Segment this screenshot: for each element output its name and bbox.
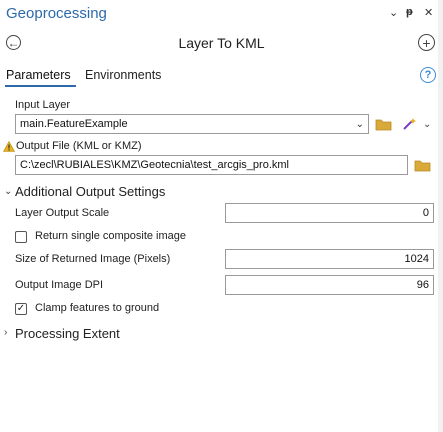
layer-output-scale-input[interactable]: 0 [225,203,434,223]
folder-icon[interactable] [375,118,392,131]
wand-menu-chevron-icon[interactable]: ⌄ [423,119,431,130]
warning-icon [3,141,15,152]
scrollbar[interactable] [438,0,443,432]
pane-menu-button[interactable]: ⌄ [389,6,398,19]
size-value: 1024 [404,253,429,265]
active-tab-underline [5,85,76,87]
output-file-input[interactable]: C:\zecl\RUBIALES\KMZ\Geotecnia\test_arcg… [15,155,408,175]
pane-title: Geoprocessing [6,5,107,22]
dpi-label: Output Image DPI [15,279,104,291]
return-single-label: Return single composite image [35,230,187,242]
input-layer-dropdown[interactable]: main.FeatureExample ⌄ [15,114,369,134]
magic-wand-icon[interactable] [402,117,418,131]
additional-output-settings-header[interactable]: Additional Output Settings [15,184,165,199]
size-label: Size of Returned Image (Pixels) [15,253,171,265]
return-single-checkbox[interactable] [15,231,27,243]
dpi-input[interactable]: 96 [225,275,434,295]
processing-extent-header[interactable]: Processing Extent [15,326,120,341]
help-icon[interactable]: ? [420,67,436,83]
tool-title: Layer To KML [178,35,265,51]
section-collapsed-chevron-icon[interactable]: › [4,327,7,338]
clamp-checkbox[interactable]: ✓ [15,303,27,315]
layer-output-scale-label: Layer Output Scale [15,207,110,219]
dpi-value: 96 [416,279,429,291]
add-button[interactable]: + [418,34,435,51]
output-file-label: Output File (KML or KMZ) [16,140,142,152]
input-layer-label: Input Layer [15,99,71,111]
plus-icon: + [422,34,431,51]
tab-environments[interactable]: Environments [85,68,161,82]
section-expanded-chevron-icon[interactable]: ⌄ [4,186,12,197]
chevron-down-icon: ⌄ [355,119,364,130]
close-button[interactable]: ✕ [424,6,433,19]
pin-button[interactable]: ᵽ [406,6,413,18]
checkmark-icon: ✓ [16,303,26,314]
clamp-label: Clamp features to ground [35,302,160,314]
output-folder-icon[interactable] [414,159,431,172]
layer-output-scale-value: 0 [422,207,429,219]
size-input[interactable]: 1024 [225,249,434,269]
output-file-value: C:\zecl\RUBIALES\KMZ\Geotecnia\test_arcg… [20,159,289,171]
input-layer-value: main.FeatureExample [20,118,128,130]
tab-parameters[interactable]: Parameters [6,68,71,82]
